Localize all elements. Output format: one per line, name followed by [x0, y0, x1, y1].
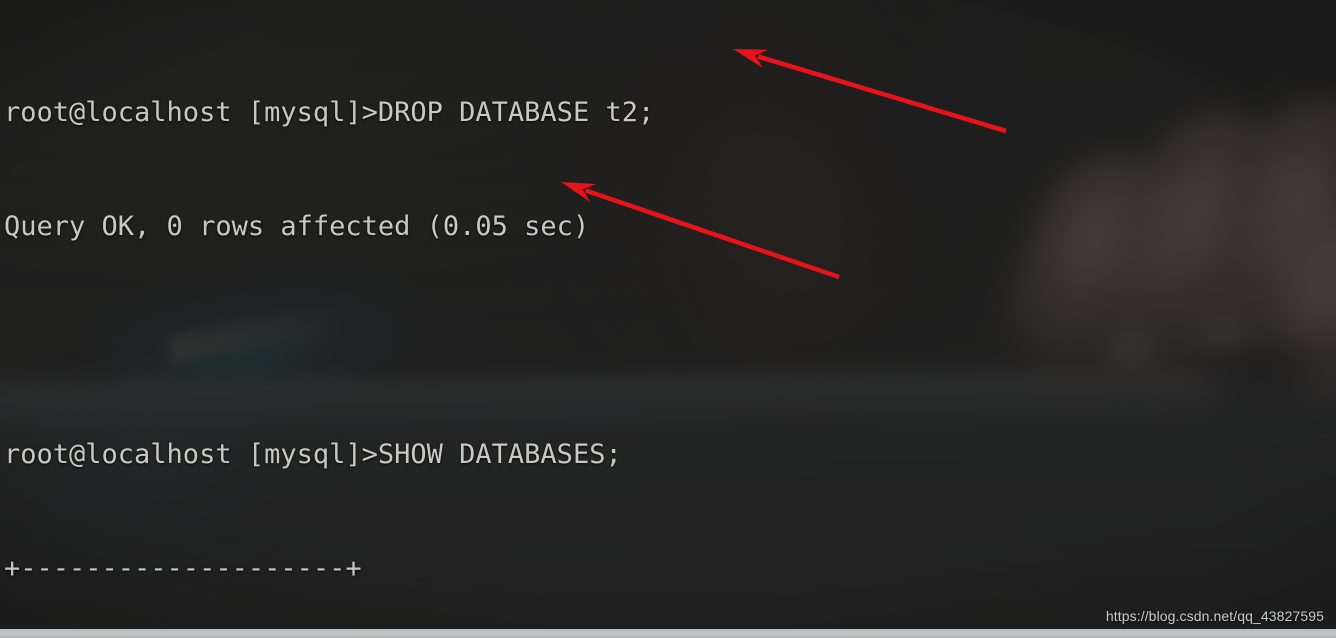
terminal-screenshot: root@localhost [mysql]>DROP DATABASE t2;…: [0, 0, 1336, 638]
terminal-output[interactable]: root@localhost [mysql]>DROP DATABASE t2;…: [4, 18, 1324, 638]
bottom-edge-strip: [0, 629, 1336, 638]
terminal-line-drop-result: Query OK, 0 rows affected (0.05 sec): [4, 211, 590, 242]
csdn-watermark: https://blog.csdn.net/qq_43827595: [1105, 608, 1324, 624]
terminal-line-table-top-border: +--------------------+: [4, 553, 362, 584]
terminal-line-cmd-show-databases: root@localhost [mysql]>SHOW DATABASES;: [4, 439, 622, 470]
terminal-line-cmd-drop-database: root@localhost [mysql]>DROP DATABASE t2;: [4, 97, 655, 128]
